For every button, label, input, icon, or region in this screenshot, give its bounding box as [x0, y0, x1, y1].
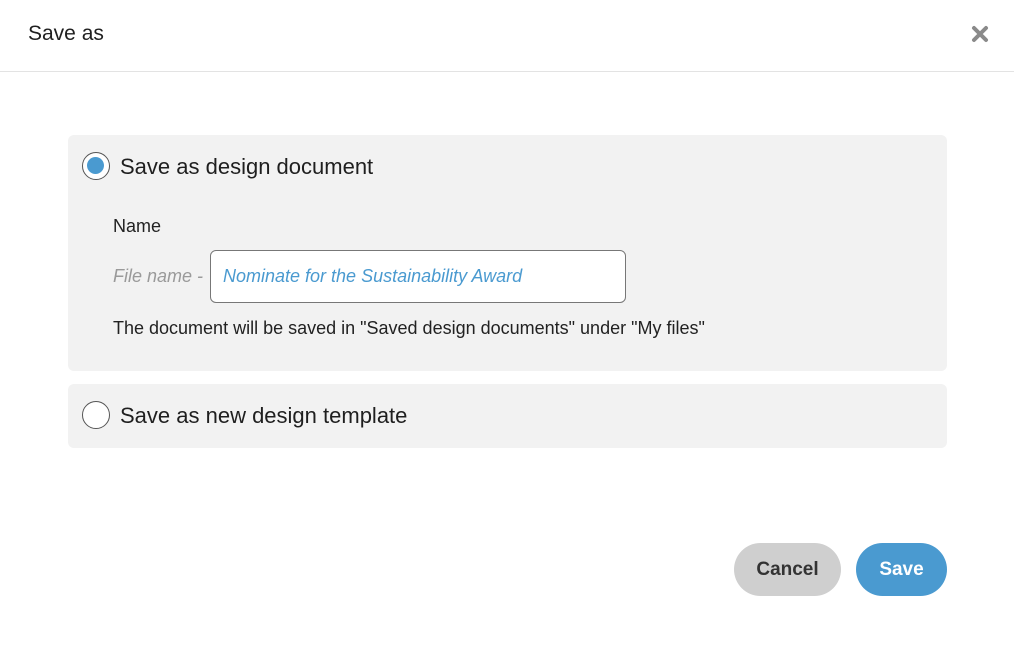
- design-document-option-panel: Save as design document Name File name -…: [68, 135, 947, 371]
- close-icon[interactable]: [968, 22, 992, 46]
- save-location-hint: The document will be saved in "Saved des…: [113, 318, 705, 338]
- file-name-prefix: File name -: [113, 266, 204, 286]
- dialog-title: Save as: [28, 22, 104, 45]
- design-template-radio[interactable]: [82, 401, 110, 429]
- design-document-radio[interactable]: [82, 152, 110, 180]
- design-template-option-panel: Save as new design template: [68, 384, 947, 448]
- save-button[interactable]: Save: [856, 543, 947, 596]
- file-name-input[interactable]: [210, 250, 626, 303]
- dialog-header: Save as: [0, 0, 1014, 72]
- name-label: Name: [113, 216, 162, 236]
- design-document-label[interactable]: Save as design document: [120, 154, 373, 180]
- save-as-dialog: Save as Save as design document Name Fil…: [0, 0, 1014, 655]
- cancel-button[interactable]: Cancel: [734, 543, 841, 596]
- design-template-label[interactable]: Save as new design template: [120, 403, 407, 429]
